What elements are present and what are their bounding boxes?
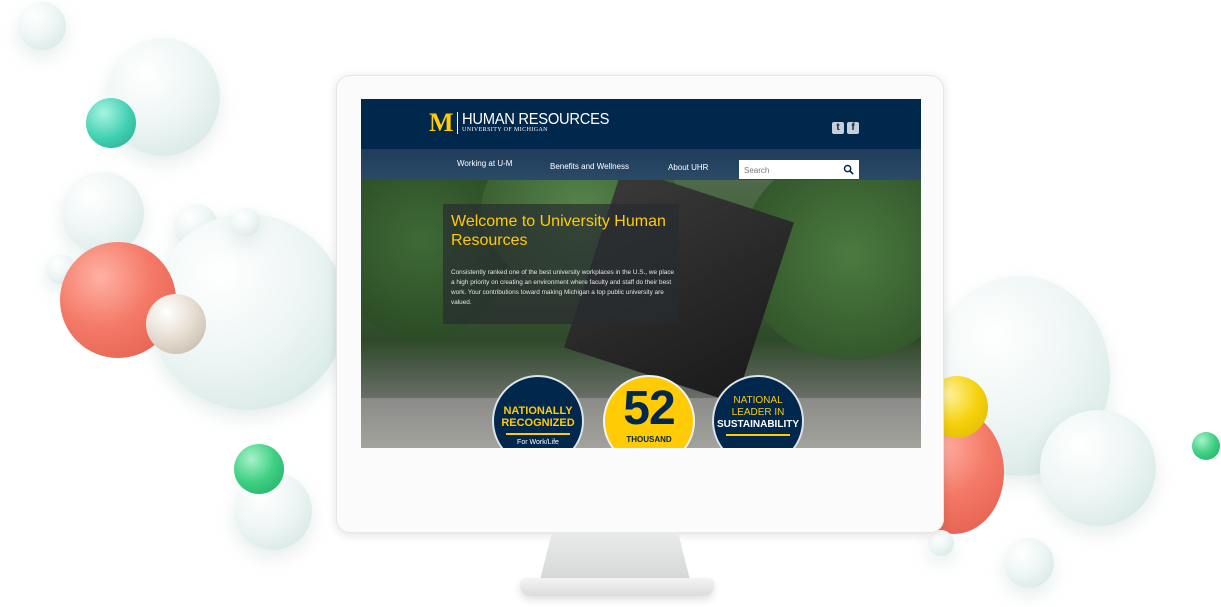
decor-bubble xyxy=(928,530,954,556)
search-icon[interactable] xyxy=(843,164,854,175)
badge-rule xyxy=(506,433,570,435)
welcome-heading: Welcome to University Human Resources xyxy=(451,213,666,249)
block-m-logo[interactable]: M xyxy=(429,110,454,136)
badge-line: LEADER IN xyxy=(731,407,785,418)
badge-line: NATIONAL xyxy=(733,395,783,406)
decor-bubble xyxy=(1004,538,1054,588)
badge-line: NATIONALLY xyxy=(503,405,573,417)
decor-bubble xyxy=(1040,410,1156,526)
site-header: M HUMAN RESOURCES UNIVERSITY OF MICHIGAN… xyxy=(361,99,921,149)
badge-unit: THOUSAND xyxy=(626,435,672,444)
welcome-panel: Welcome to University Human Resources Co… xyxy=(443,204,679,324)
decor-bubble xyxy=(232,208,260,236)
decor-bubble xyxy=(1192,432,1220,460)
badge-line: SUSTAINABILITY xyxy=(716,419,800,430)
facebook-icon[interactable]: f xyxy=(847,122,859,134)
badge-number: 52 xyxy=(623,382,675,435)
badge-rule xyxy=(726,434,790,436)
decor-bubble xyxy=(146,294,206,354)
marketing-stage: M HUMAN RESOURCES UNIVERSITY OF MICHIGAN… xyxy=(0,0,1221,607)
nav-item-benefits[interactable]: Benefits and Wellness xyxy=(550,162,629,171)
badge-52-thousand[interactable]: 52 THOUSAND xyxy=(603,375,695,448)
search-bar xyxy=(739,160,859,180)
site-title[interactable]: HUMAN RESOURCES xyxy=(462,111,609,128)
badge-caption: For Work/Life xyxy=(517,439,559,446)
logo-divider xyxy=(457,112,458,134)
twitter-icon[interactable]: t xyxy=(832,122,844,134)
welcome-text: Consistently ranked one of the best univ… xyxy=(451,269,675,306)
decor-bubble xyxy=(86,98,136,148)
site-subtitle: UNIVERSITY OF MICHIGAN xyxy=(462,127,548,133)
nav-item-working[interactable]: Working at U-M xyxy=(457,159,512,168)
search-input[interactable] xyxy=(739,161,840,180)
website-screen: M HUMAN RESOURCES UNIVERSITY OF MICHIGAN… xyxy=(361,99,921,448)
decor-bubble xyxy=(18,2,66,50)
monitor-base xyxy=(520,578,714,596)
badge-line: RECOGNIZED xyxy=(501,417,575,429)
monitor-stand xyxy=(540,532,690,580)
decor-bubble xyxy=(62,172,144,254)
decor-bubble xyxy=(234,444,284,494)
nav-item-about[interactable]: About UHR xyxy=(668,163,708,172)
